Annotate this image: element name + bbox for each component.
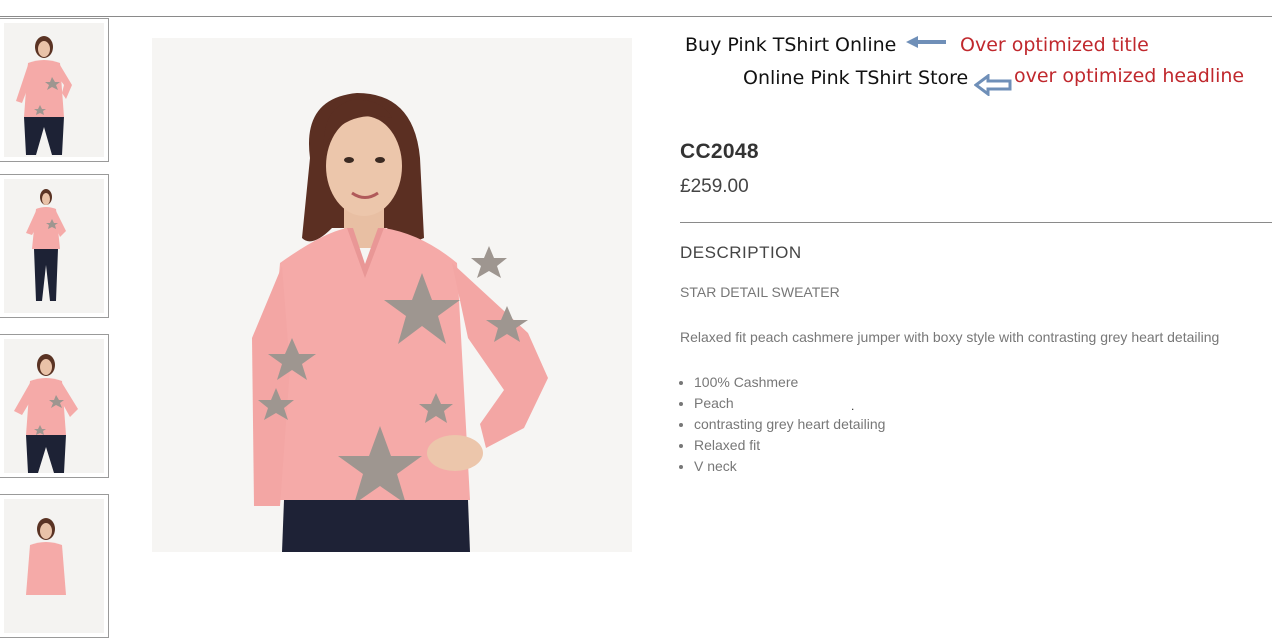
list-item: V neck xyxy=(694,456,885,477)
model-photo-icon xyxy=(14,354,78,473)
thumbnail-4[interactable] xyxy=(0,494,109,638)
list-item: 100% Cashmere xyxy=(694,372,885,393)
thumbnail-1[interactable] xyxy=(0,18,109,162)
stray-mark: . xyxy=(851,399,855,413)
product-sku: CC2048 xyxy=(680,140,759,163)
list-item: Peach xyxy=(694,393,885,414)
main-product-image[interactable] xyxy=(152,38,632,552)
model-photo-icon xyxy=(26,189,66,301)
model-photo-icon xyxy=(26,518,66,595)
model-photo-icon xyxy=(16,36,72,155)
feature-list: 100% Cashmere Peach contrasting grey hea… xyxy=(680,372,885,477)
model-photo-icon xyxy=(252,93,548,552)
over-optimized-headline-note: over optimized headline xyxy=(1014,65,1245,87)
annotated-page-headline: Online Pink TShirt Store xyxy=(743,67,969,89)
product-price: £259.00 xyxy=(680,176,749,197)
product-subtitle: STAR DETAIL SWEATER xyxy=(680,284,840,300)
arrow-left-icon xyxy=(974,74,1012,96)
top-divider xyxy=(0,16,1272,17)
list-item: Relaxed fit xyxy=(694,435,885,456)
thumbnail-3[interactable] xyxy=(0,334,109,478)
thumbnail-2[interactable] xyxy=(0,174,109,318)
description-heading: DESCRIPTION xyxy=(680,243,802,262)
arrow-left-icon xyxy=(906,36,946,48)
product-description: Relaxed fit peach cashmere jumper with b… xyxy=(680,329,1220,345)
annotated-page-title: Buy Pink TShirt Online xyxy=(685,34,897,56)
over-optimized-title-note: Over optimized title xyxy=(960,34,1149,56)
info-divider xyxy=(680,222,1272,223)
list-item: contrasting grey heart detailing xyxy=(694,414,885,435)
